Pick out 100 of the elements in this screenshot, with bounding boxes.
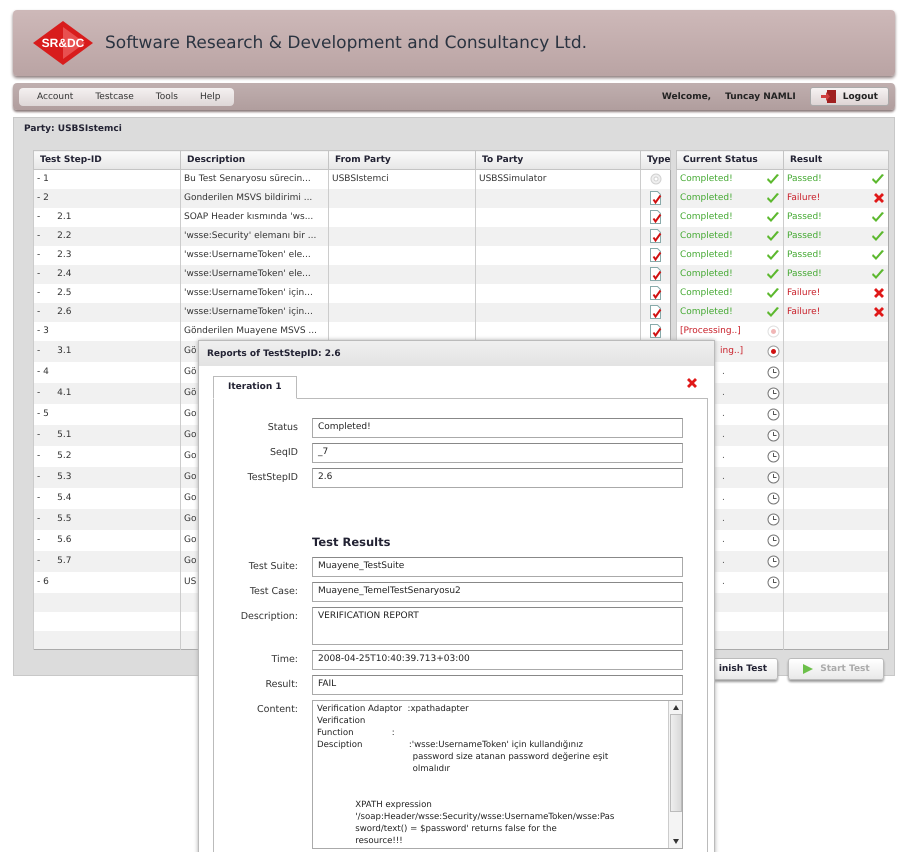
field-label: Result: [264, 678, 298, 690]
status-text: . [721, 430, 725, 440]
close-icon[interactable] [686, 377, 698, 389]
step-id: 4 [43, 367, 49, 377]
party-label: Party: USBSIstemci [24, 124, 123, 136]
status-text: . [721, 451, 725, 461]
status-text: Completed! [680, 174, 733, 184]
scroll-up-icon[interactable] [672, 704, 680, 712]
clock-icon [767, 366, 780, 378]
column-header[interactable]: Current Status [676, 150, 784, 170]
input-field[interactable]: 2.6 [312, 468, 683, 488]
tree-marker[interactable]: - [37, 535, 40, 545]
section-title: Test Results [312, 535, 392, 549]
check-icon [871, 250, 885, 260]
tree-marker[interactable]: - [37, 269, 40, 279]
tree-marker[interactable]: - [37, 472, 40, 482]
step-id: 2.6 [56, 307, 72, 317]
step-id: 5.2 [56, 451, 72, 461]
menu-item[interactable]: Account [37, 92, 74, 102]
step-description: Go [184, 535, 196, 545]
step-id: 4.1 [56, 388, 72, 398]
status-text: . [721, 388, 725, 398]
clock-icon [767, 408, 780, 420]
dialog-title: Reports of TestStepID: 2.6 [199, 341, 714, 366]
input-field[interactable]: Completed! [312, 418, 683, 438]
input-field[interactable]: _7 [312, 443, 683, 463]
scrollbar[interactable] [668, 701, 682, 848]
status-text: . [721, 409, 725, 419]
column-header[interactable]: To Party [476, 150, 640, 170]
status-text: . [721, 556, 725, 566]
clock-icon [767, 428, 780, 442]
tree-marker[interactable]: - [37, 346, 40, 356]
scroll-thumb[interactable] [670, 714, 682, 812]
tree-marker[interactable]: - [37, 451, 40, 461]
menu-item[interactable]: Help [200, 92, 220, 102]
tree-marker[interactable]: - [37, 307, 40, 317]
column-header[interactable]: From Party [328, 150, 476, 170]
logout-button[interactable]: Logout [810, 87, 889, 106]
tree-marker[interactable]: - [37, 430, 40, 440]
check-icon [766, 230, 780, 242]
logo-text: SR&DC [42, 36, 84, 50]
iteration-tab[interactable]: Iteration 1 [213, 376, 297, 399]
column-header[interactable]: Type [640, 150, 670, 170]
status-text: . [721, 577, 725, 587]
tree-marker[interactable]: - [37, 212, 40, 222]
result-text: Failure! [787, 288, 820, 298]
input-field[interactable]: Muayene_TestSuite [312, 557, 683, 577]
tree-marker[interactable]: - [37, 514, 40, 524]
clock-icon [767, 470, 780, 484]
column-header[interactable]: Result [784, 150, 888, 170]
step-description: 'wsse:UsernameToken' için... [184, 307, 313, 317]
step-id: 2.4 [56, 269, 72, 279]
status-text: Completed! [680, 231, 733, 241]
tree-marker[interactable]: - [37, 577, 40, 587]
step-description: Go [184, 556, 196, 566]
tree-marker[interactable]: - [37, 388, 40, 398]
result-text: Failure! [787, 307, 820, 317]
step-description: Gö [184, 346, 196, 356]
tree-marker[interactable]: - [37, 409, 40, 419]
check-icon [766, 192, 780, 204]
step-description: Go [184, 472, 196, 482]
input-field[interactable]: FAIL [312, 675, 683, 695]
column-header[interactable]: Test Step-ID [34, 150, 180, 170]
field-label: Test Suite: [248, 560, 298, 572]
step-id: 2.1 [56, 212, 72, 222]
tree-marker[interactable]: - [37, 367, 40, 377]
status-text: . [721, 367, 725, 377]
input-field[interactable]: 2008-04-25T10:40:39.713+03:00 [312, 650, 683, 670]
input-field[interactable]: Muayene_TemelTestSenaryosu2 [312, 582, 683, 602]
tree-marker[interactable]: - [37, 326, 40, 336]
step-id: 1 [43, 174, 49, 184]
tree-marker[interactable]: - [37, 556, 40, 566]
scroll-down-icon[interactable] [672, 837, 680, 845]
clock-icon [767, 450, 780, 462]
step-description: SOAP Header kısmında 'ws... [184, 212, 314, 222]
status-text: [Processing..] [680, 326, 741, 336]
welcome-text: Welcome, [662, 92, 712, 102]
step-description: Go [184, 409, 196, 419]
menu-item[interactable]: Tools [156, 92, 178, 102]
clock-icon [767, 512, 780, 526]
column-header[interactable]: Description [180, 150, 328, 170]
step-description: Bu Test Senaryosu sürecin... [184, 174, 311, 184]
text-area[interactable]: VERIFICATION REPORT [312, 607, 683, 645]
cross-icon [873, 287, 885, 299]
tree-marker[interactable]: - [37, 231, 40, 241]
menu-item[interactable]: Testcase [95, 92, 134, 102]
step-description: US [184, 577, 196, 587]
tree-marker[interactable]: - [37, 288, 40, 298]
tree-marker[interactable]: - [37, 174, 40, 184]
content-text-area[interactable]: Verification Adaptor :xpathadapter Verification Function : Desciption :'wsse:UsernameToken' için kullandığınız password size atanan password değerine eşit olmalıdır XPATH expression '/soap:Header/wsse:Security/wsse:UsernameToken/wsse:Pas sword/text() = $password' returns false for the resource!!! [312, 700, 683, 849]
result-text: Passed! [787, 174, 822, 184]
record-icon [767, 324, 780, 338]
cross-icon [873, 306, 885, 318]
tree-marker[interactable]: - [37, 193, 40, 203]
step-id: 6 [43, 577, 49, 587]
cross-icon [873, 192, 885, 204]
tree-marker[interactable]: - [37, 250, 40, 260]
play-icon [802, 663, 814, 675]
tree-marker[interactable]: - [37, 493, 40, 503]
record-icon [767, 344, 780, 358]
